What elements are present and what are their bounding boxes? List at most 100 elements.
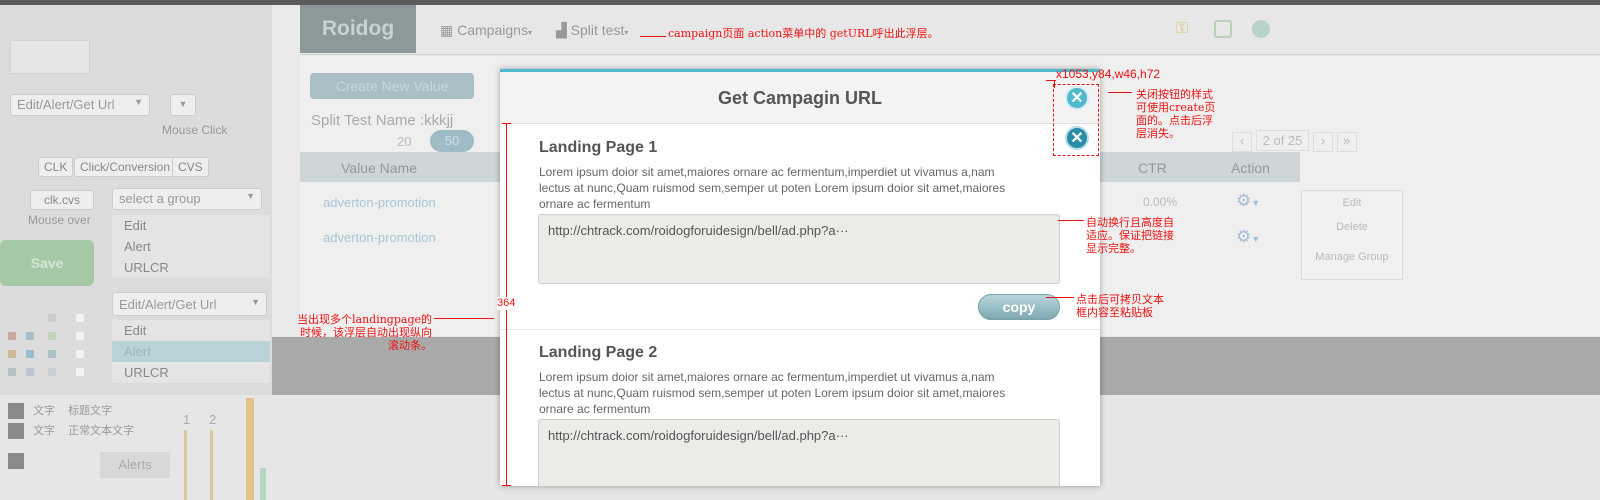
row-1-name[interactable]: adverton-promotion [323, 195, 436, 210]
annotation-line [1054, 80, 1055, 88]
landing-page-2-title: Landing Page 2 [539, 344, 658, 361]
col-value-name: Value Name [341, 160, 418, 176]
action-menu-manage-group[interactable]: Manage Group [1302, 251, 1402, 263]
landing-page-1-title: Landing Page 1 [539, 139, 658, 156]
legend-swatch [8, 423, 24, 440]
legend-2-b: 正常文本文字 [68, 425, 135, 437]
landing-page-1-url-field[interactable]: http://chtrack.com/roidogforuidesign/bel… [538, 214, 1060, 284]
chevron-down-icon: ▾ [624, 28, 629, 37]
mouse-click-label: Mouse Click [162, 123, 228, 137]
save-button[interactable]: Save [0, 240, 94, 286]
annotation-wrap: 自动换行且高度自适应。保证把链接显示完整。 [1086, 216, 1174, 255]
edit-icon[interactable] [1214, 20, 1232, 38]
action-select-1[interactable]: Edit/Alert/Get Url ▼ [10, 94, 150, 116]
action-menu-delete[interactable]: Delete [1302, 221, 1402, 251]
action-menu-edit[interactable]: Edit [1302, 191, 1402, 221]
divider [500, 329, 1100, 330]
menu-2-alert[interactable]: Alert [112, 341, 270, 362]
annotation-top: campaign页面 action菜单中的 getURL呼出此浮层。 [668, 27, 939, 40]
nav-campaigns-label: Campaigns [457, 22, 528, 38]
legend-1-b: 标题文字 [68, 405, 113, 417]
menu-1-edit[interactable]: Edit [112, 215, 270, 236]
alerts-tab[interactable]: Alerts [100, 452, 170, 478]
menu-1: Edit Alert URLCR [112, 215, 270, 278]
select-group-placeholder: select a group [119, 191, 201, 206]
chevron-down-icon: ▼ [246, 191, 255, 201]
left-blank-box [10, 40, 90, 74]
create-new-value-button[interactable]: Create New Value [310, 73, 474, 99]
annotation-close: 关闭按钮的样式可使用create页面的。点击后浮层消失。 [1136, 88, 1216, 140]
legend-row-2: 文字 正常文本文字 [8, 422, 135, 440]
grid-icon: ▦ [440, 22, 454, 38]
prev-page-button[interactable]: ‹ [1232, 132, 1252, 152]
page-size-50[interactable]: 50 [430, 130, 474, 152]
legend-1-a: 文字 [33, 405, 56, 417]
modal-title: Get Campagin URL [717, 88, 882, 108]
action-select-2[interactable]: Edit/Alert/Get Url ▼ [112, 292, 267, 316]
bar-decor [210, 430, 213, 500]
chevron-down-icon: ▾ [527, 28, 532, 37]
annotation-arrow [640, 36, 666, 37]
key-icon[interactable]: ⚿ [1176, 20, 1194, 38]
page-size-20[interactable]: 20 [397, 134, 411, 149]
legend-swatch [8, 403, 24, 420]
next-page-button[interactable]: › [1313, 132, 1334, 152]
chevron-down-icon: ▼ [178, 99, 188, 109]
landing-page-2-desc: Lorem ipsum doior sit amet,maiores ornar… [539, 370, 1006, 416]
legend-row-1: 文字 标题文字 [8, 402, 113, 420]
menu-1-alert[interactable]: Alert [112, 236, 270, 257]
nav-split-test[interactable]: ▟ Split test▾ [556, 22, 628, 39]
annotation-arrow [1058, 220, 1084, 221]
chip-cvs[interactable]: CVS [172, 157, 209, 177]
menu-2-urlcr[interactable]: URLCR [112, 362, 270, 383]
mouse-over-label: Mouse over [28, 213, 91, 227]
nav-split-test-label: Split test [570, 22, 625, 38]
color-swatches [8, 314, 88, 384]
action-select-1-value: Edit/Alert/Get Url [17, 97, 115, 112]
action-menu: Edit Delete Manage Group [1301, 190, 1403, 280]
col-action: Action [1231, 160, 1270, 176]
annotation-arrow [1108, 92, 1132, 93]
close-icon: ✕ [1070, 130, 1084, 147]
gear-icon[interactable]: ⚙▼ [1236, 191, 1260, 211]
height-label: 364 [497, 297, 516, 310]
pagination: ‹ 2 of 25 › » [1232, 130, 1357, 152]
landing-page-2-url-field[interactable]: http://chtrack.com/roidogforuidesign/bel… [538, 419, 1060, 486]
height-indicator-cap [502, 123, 511, 124]
chip-clk[interactable]: CLK [38, 157, 74, 177]
close-button[interactable]: ✕ [1065, 86, 1089, 110]
split-test-name: Split Test Name :kkkjj [311, 112, 454, 129]
chip-clk-cvs[interactable]: clk.cvs [30, 190, 94, 210]
col-ctr: CTR [1138, 160, 1167, 176]
last-page-button[interactable]: » [1336, 132, 1357, 152]
annotation-arrow [434, 318, 494, 319]
gear-icon[interactable]: ⚙▼ [1236, 227, 1260, 247]
user-icon[interactable] [1252, 20, 1270, 38]
bar-decor [260, 468, 266, 500]
annotation-arrow [1046, 297, 1074, 298]
annotation-scroll: 当出现多个landingpage的时候，该浮层自动出现纵向滚动条。 [297, 313, 432, 352]
nav-campaigns[interactable]: ▦ Campaigns▾ [440, 22, 532, 39]
action-select-2-value: Edit/Alert/Get Url [119, 297, 217, 312]
page-indicator: 2 of 25 [1255, 130, 1310, 151]
menu-2: Edit Alert URLCR [112, 320, 270, 383]
logo: Roidog [300, 5, 416, 53]
small-select[interactable]: ▼ [170, 94, 196, 116]
menu-1-urlcr[interactable]: URLCR [112, 257, 270, 278]
height-indicator-cap [502, 485, 511, 486]
get-url-modal: Get Campagin URL Landing Page 1 Lorem ip… [500, 69, 1100, 486]
row-1-ctr: 0.00% [1143, 195, 1178, 209]
annotation-coords: x1053,y84,w46,h72 [1056, 67, 1161, 81]
bar-decor [246, 398, 254, 500]
menu-2-edit[interactable]: Edit [112, 320, 270, 341]
row-2-name[interactable]: adverton-promotion [323, 230, 436, 245]
num-2: 2 [209, 412, 217, 427]
select-group[interactable]: select a group ▼ [112, 188, 262, 210]
close-icon: ✕ [1070, 90, 1084, 107]
num-1: 1 [183, 412, 191, 427]
landing-page-1-desc: Lorem ipsum doior sit amet,maiores ornar… [539, 165, 1006, 211]
close-button-pressed[interactable]: ✕ [1065, 126, 1089, 150]
bar-decor [184, 430, 187, 500]
chip-click-conversion[interactable]: Click/Conversion [74, 157, 177, 177]
legend-2-a: 文字 [33, 425, 56, 437]
